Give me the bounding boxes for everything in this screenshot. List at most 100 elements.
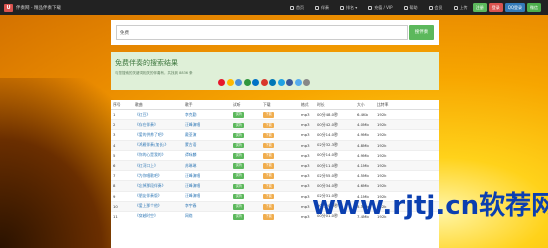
table-cell: 汪峰演唱 (183, 170, 231, 181)
listen-button[interactable]: 试听 (233, 204, 245, 210)
format-cell: mp3 (301, 132, 310, 138)
listen-button[interactable]: 试听 (233, 193, 245, 200)
song-link[interactable]: 《朋友伴奏版》 (135, 193, 162, 198)
search-button[interactable]: 搜伴奏 (409, 25, 434, 40)
table-cell: 《红豆》 (133, 108, 183, 120)
song-link[interactable]: 《红豆》 (135, 112, 150, 117)
douban-share-icon[interactable] (243, 79, 251, 86)
table-cell: 192k (375, 129, 439, 141)
nav-item[interactable]: 会员 (428, 5, 443, 11)
singer-link[interactable]: 李宇春 (185, 203, 196, 208)
nav-item[interactable]: 上传 (453, 5, 468, 11)
listen-button[interactable]: 试听 (233, 132, 245, 139)
download-button[interactable]: 下载 (263, 142, 275, 149)
download-button[interactable]: 下载 (263, 183, 275, 190)
nav-item[interactable]: 伴奏 (315, 5, 329, 11)
listen-button[interactable]: 试听 (233, 163, 245, 169)
column-header: 试听 (231, 100, 261, 110)
listen-button[interactable]: 试听 (233, 142, 245, 149)
kaixin-share-icon[interactable] (260, 79, 268, 86)
nav-item[interactable]: 充值 / VIP (368, 5, 393, 11)
download-button[interactable]: 下载 (263, 214, 275, 220)
song-link[interactable]: 《鸿雁伴奏(加长)》 (135, 142, 168, 147)
qq-share-icon[interactable] (277, 79, 285, 86)
download-button[interactable]: 下载 (263, 163, 275, 169)
login-button[interactable]: 登录 (488, 3, 503, 12)
song-link[interactable]: 《穿越时空》 (135, 213, 158, 218)
song-link[interactable]: 《爱的供养了吧》 (135, 132, 165, 137)
size-cell: 4.9Mb (357, 152, 369, 158)
singer-link[interactable]: 汪峰演唱 (185, 183, 200, 188)
table-row: 4 《鸿雁伴奏(加长)》 蒙古语 试听 下载 mp3 02分32.3秒 4.8Mb 192k (111, 139, 439, 151)
listen-cell: 试听 (231, 149, 261, 161)
song-link[interactable]: 《忘掉那段伴奏》 (135, 183, 165, 188)
weibo-share-icon[interactable] (218, 79, 225, 86)
singer-link[interactable]: 汪峰演唱 (185, 193, 200, 198)
table-cell: 《红河口上》 (133, 159, 183, 171)
renren-share-icon[interactable] (252, 79, 259, 86)
tieba-share-icon[interactable] (235, 79, 242, 86)
song-link[interactable]: 《爱上那个他》 (135, 203, 162, 208)
wechat-login-button[interactable]: 微信 (527, 3, 541, 12)
singer-link[interactable]: 谭咏麟 (185, 152, 196, 157)
singer-link[interactable]: 汪峰演唱 (185, 122, 200, 127)
singer-link[interactable]: 蒙古语 (185, 142, 196, 147)
nav-item[interactable]: 首页 (290, 5, 304, 11)
singer-link[interactable]: 李克勤 (185, 112, 196, 117)
listen-button[interactable]: 试听 (233, 214, 245, 220)
download-button[interactable]: 下载 (263, 132, 275, 139)
more-share-icon[interactable] (303, 79, 310, 86)
table-cell: 192k (375, 170, 439, 181)
twitter-share-icon[interactable] (294, 79, 302, 86)
facebook-share-icon[interactable] (286, 79, 293, 86)
qzone-share-icon[interactable] (226, 79, 234, 86)
download-button[interactable]: 下载 (263, 122, 275, 129)
table-cell: 4.0Mb (355, 119, 375, 130)
singer-link[interactable]: 戴荃演 (185, 132, 196, 137)
row-number: 11 (113, 213, 118, 219)
listen-button[interactable]: 试听 (233, 173, 245, 179)
qq-login-button[interactable]: QQ登录 (504, 3, 525, 12)
site-title: 伴奏网 - 精品伴奏下载 (16, 5, 61, 11)
download-button[interactable]: 下载 (263, 173, 275, 179)
logo-badge: U (4, 3, 13, 12)
song-link[interactable]: 《为你唱歌吧》 (135, 173, 162, 178)
linkedin-share-icon[interactable] (269, 79, 276, 86)
singer-link[interactable]: 网络 (185, 213, 193, 218)
singer-link[interactable]: 苏琳琳 (185, 163, 196, 168)
download-button[interactable]: 下载 (263, 112, 275, 118)
listen-button[interactable]: 试听 (233, 183, 245, 190)
table-cell: 《忘掉那段伴奏》 (133, 180, 183, 191)
listen-button[interactable]: 试听 (233, 153, 245, 159)
register-button[interactable]: 注册 (472, 3, 487, 12)
singer-link[interactable]: 汪峰演唱 (185, 173, 200, 178)
results-title: 免费伴奏的搜索结果 (115, 59, 178, 67)
download-button[interactable]: 下载 (263, 153, 275, 159)
download-button[interactable]: 下载 (263, 204, 275, 210)
song-link[interactable]: 《红河口上》 (135, 163, 158, 168)
row-number: 6 (113, 163, 116, 169)
table-cell: 11 (111, 210, 133, 222)
listen-cell: 试听 (231, 200, 261, 212)
search-input[interactable] (116, 25, 408, 40)
nav-item[interactable]: 排名 ▾ (340, 5, 357, 11)
download-button[interactable]: 下载 (263, 193, 275, 200)
song-link[interactable]: 《存在伴奏》 (135, 122, 158, 127)
duration-cell: 00分11.0秒 (317, 162, 338, 168)
table-cell: 汪峰演唱 (183, 119, 231, 130)
bitrate-cell: 192k (377, 163, 387, 169)
nav-item[interactable]: 帮助 (403, 5, 418, 11)
site-logo[interactable]: U 伴奏网 - 精品伴奏下载 (4, 3, 61, 12)
row-number: 5 (113, 152, 116, 158)
table-cell: mp3 (299, 119, 315, 130)
song-link[interactable]: 《你的心是我的》 (135, 152, 165, 157)
bitrate-cell: 192k (377, 112, 387, 118)
listen-button[interactable]: 试听 (233, 122, 245, 129)
table-cell: 192k (375, 108, 439, 120)
auth-buttons: 注册 登录 QQ登录 微信 (472, 3, 541, 12)
listen-button[interactable]: 试听 (233, 112, 245, 118)
table-cell: 《存在伴奏》 (133, 119, 183, 130)
table-cell: 网络 (183, 210, 231, 222)
table-cell: 6.4Kb (355, 108, 375, 120)
table-cell: 00分11.0秒 (315, 159, 355, 171)
